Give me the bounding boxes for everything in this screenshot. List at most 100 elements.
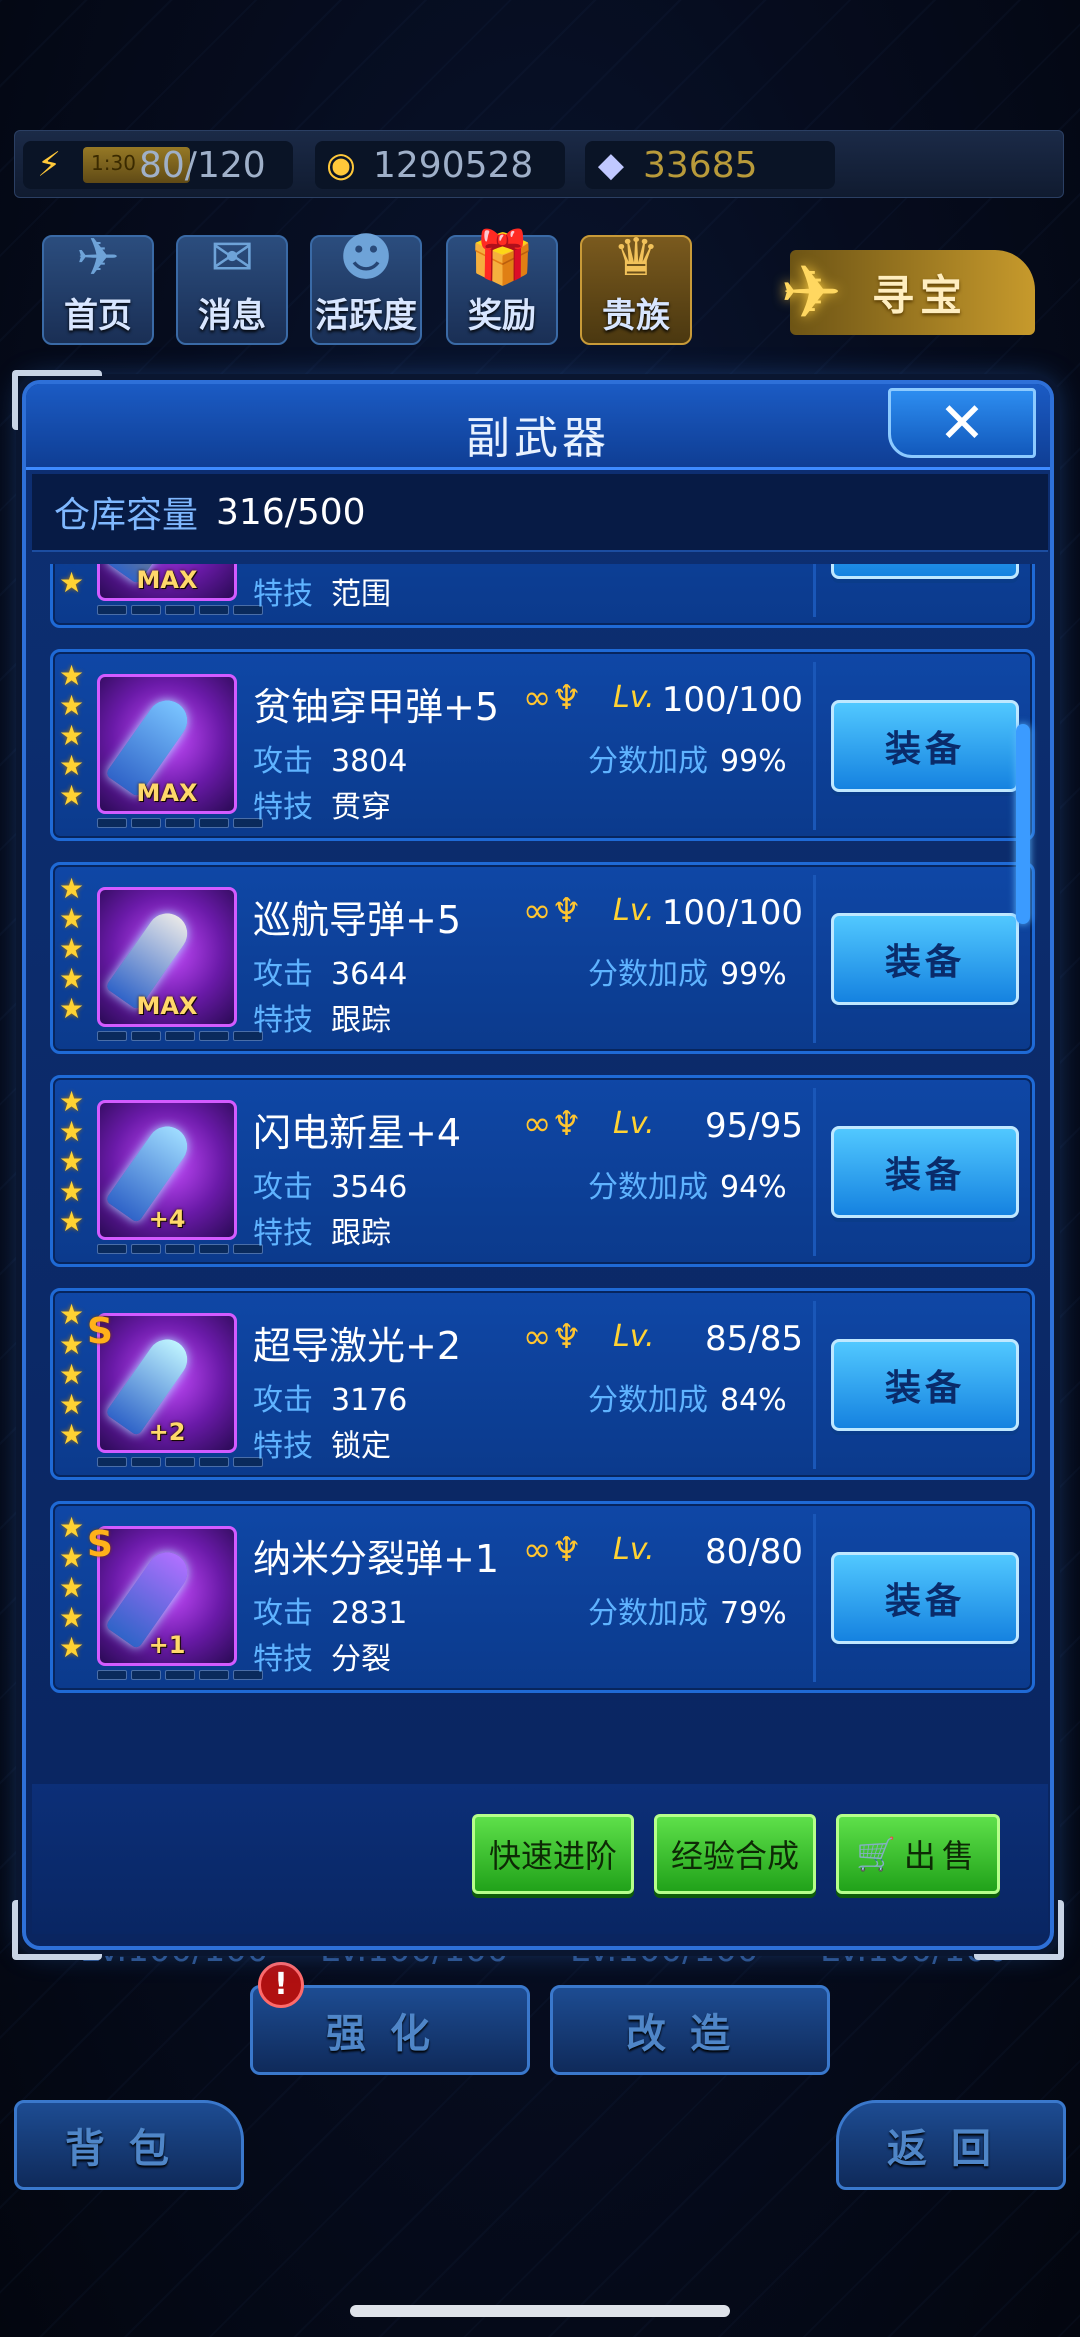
skill-label: 特技 xyxy=(253,1642,313,1677)
star-icon: ★ xyxy=(59,1571,85,1604)
energy-counter[interactable]: ⚡ 1:30 80/120 xyxy=(23,141,293,189)
weapon-tag: +4 xyxy=(148,1205,186,1233)
equip-button[interactable]: 装备 xyxy=(831,1339,1019,1431)
close-icon: ✕ xyxy=(938,390,986,456)
exp-merge-label: 经验合成 xyxy=(670,1837,799,1875)
attack-value: 2831 xyxy=(331,1596,408,1631)
lightning-icon: ⚡ xyxy=(37,145,61,185)
home-indicator[interactable] xyxy=(350,2305,730,2317)
diamond-icon: ◆ xyxy=(597,145,625,185)
treasure-hunt-button[interactable]: ✈ 寻宝 xyxy=(780,250,1035,336)
strengthen-label: 强化 xyxy=(326,2011,454,2057)
nav-button-5[interactable]: ♛ 贵族 xyxy=(580,228,692,345)
lv-label: Lv. xyxy=(613,1106,655,1141)
weapon-card[interactable]: ★ ★ ★ ★ ★ S +1 纳米分裂弹+1 ∞♆ Lv. 80/80 攻击 2831 分数加成 79% 特技… xyxy=(50,1501,1035,1693)
gem-value: 33685 xyxy=(643,144,758,186)
weapon-card[interactable]: ★ ★ ★ ★ ★ MAX 贫铀穿甲弹+5 ∞♆ Lv. 100/100 攻击 3804 分数加成 99%… xyxy=(50,649,1035,841)
weapon-icon: MAX xyxy=(97,887,237,1027)
dialog-header: 副武器 ✕ xyxy=(26,384,1050,470)
equip-button[interactable]: 装备 xyxy=(831,1552,1019,1644)
skill-row: 特技 分裂 xyxy=(253,1634,391,1678)
skill-row: 特技 范围 xyxy=(253,569,391,613)
lv-label: Lv. xyxy=(613,1532,655,1567)
bonus-row: 分数加成 84% xyxy=(588,1375,787,1419)
nav-icon: ♛ xyxy=(612,228,660,288)
exp-merge-button[interactable]: 经验合成 xyxy=(654,1814,816,1894)
attack-label: 攻击 xyxy=(253,957,313,992)
bonus-value: 94% xyxy=(720,1170,787,1205)
card-divider xyxy=(813,1088,816,1256)
card-divider xyxy=(813,1301,816,1469)
weapon-card[interactable]: ★ ★ ★ ★ ★ +4 闪电新星+4 ∞♆ Lv. 95/95 攻击 3546 分数加成 94% 特技 跟踪… xyxy=(50,1075,1035,1267)
bonus-label: 分数加成 xyxy=(588,564,708,566)
cart-icon: 🛒 xyxy=(856,1835,896,1873)
weapon-card[interactable]: ★ ★ ★ ★ ★ S +2 超导激光+2 ∞♆ Lv. 85/85 攻击 3176 分数加成 84% 特技锁… xyxy=(50,1288,1035,1480)
gem-counter[interactable]: ◆ 33685 xyxy=(585,141,835,189)
bonus-value: 99% xyxy=(720,564,787,566)
bag-button[interactable]: 背包 xyxy=(14,2100,244,2190)
nav-icon: ✈ xyxy=(76,228,120,288)
star-icon: ★ xyxy=(59,902,85,935)
skill-value: 跟踪 xyxy=(331,1216,391,1251)
upgrade-slots xyxy=(97,818,263,828)
star-icon: ★ xyxy=(59,749,85,782)
star-rating: ★★★★★ xyxy=(59,1301,89,1449)
attack-value: 3804 xyxy=(331,744,408,779)
gold-counter[interactable]: ◉ 1290528 xyxy=(315,141,565,189)
equip-button[interactable]: 装备 xyxy=(831,564,1019,579)
nav-button-2[interactable]: ✉ 消息 xyxy=(176,232,288,345)
attack-label: 攻击 xyxy=(253,744,313,779)
attack-value: 4124 xyxy=(331,564,407,566)
level-value: 80/80 xyxy=(705,1532,803,1572)
star-icon: ★ xyxy=(59,1175,85,1208)
bonus-row: 分数加成 94% xyxy=(588,1162,787,1206)
scrollbar[interactable] xyxy=(1016,724,1030,924)
star-rating: ★★★★★ xyxy=(59,564,89,597)
weapon-card[interactable]: ★★★★★ MAX 攻击 4124 分数加成 99% 特技范围 装备 xyxy=(50,564,1035,628)
nav-label: 奖励 xyxy=(468,296,536,336)
star-icon: ★ xyxy=(59,1511,85,1544)
attack-row: 攻击 3804 xyxy=(253,736,407,780)
bonus-row: 分数加成 79% xyxy=(588,1588,787,1632)
lv-label: Lv. xyxy=(613,680,655,715)
equip-button[interactable]: 装备 xyxy=(831,913,1019,1005)
bonus-value: 99% xyxy=(720,744,787,779)
nav-label: 消息 xyxy=(198,296,266,336)
weapon-level: Lv. 100/100 xyxy=(613,680,803,720)
nav-button-4[interactable]: 🎁 奖励 xyxy=(446,232,558,345)
lv-label: Lv. xyxy=(613,893,655,928)
skill-label: 特技 xyxy=(253,1003,313,1038)
bonus-value: 99% xyxy=(720,957,787,992)
weapon-list[interactable]: ★★★★★MAX攻击4124分数加成99%特技范围装备★★★★★MAX贫铀穿甲弹… xyxy=(36,564,1046,1759)
bonus-row: 分数加成 99% xyxy=(588,564,787,567)
attack-value: 3546 xyxy=(331,1170,408,1205)
star-icon: ★ xyxy=(59,689,85,722)
equip-button[interactable]: 装备 xyxy=(831,700,1019,792)
fast-advance-button[interactable]: 快速进阶 xyxy=(472,1814,634,1894)
bonus-label: 分数加成 xyxy=(588,1170,708,1205)
equip-button[interactable]: 装备 xyxy=(831,1126,1019,1218)
level-value: 100/100 xyxy=(661,680,803,720)
nav-button-3[interactable]: ☻ 活跃度 xyxy=(310,232,422,345)
equip-label: 装备 xyxy=(884,1581,965,1622)
back-label: 返回 xyxy=(887,2126,1015,2172)
equip-label: 装备 xyxy=(884,942,965,983)
weapon-tag: +1 xyxy=(148,1631,186,1659)
card-divider xyxy=(813,875,816,1043)
link-badge-icon: ∞♆ xyxy=(523,1317,582,1357)
attack-row: 攻击 2831 xyxy=(253,1588,407,1632)
storage-value: 316/500 xyxy=(216,491,366,533)
modify-button[interactable]: 改造 xyxy=(550,1985,830,2075)
sell-button[interactable]: 🛒 出售 xyxy=(836,1814,1000,1894)
lv-label: Lv. xyxy=(613,1319,655,1354)
nav-button-1[interactable]: ✈ 首页 xyxy=(42,228,154,345)
weapon-name: 超导激光+2 xyxy=(253,1324,462,1368)
close-button[interactable]: ✕ xyxy=(888,388,1036,458)
weapon-card[interactable]: ★ ★ ★ ★ ★ MAX 巡航导弹+5 ∞♆ Lv. 100/100 攻击 3644 分数加成 99% 特… xyxy=(50,862,1035,1054)
bonus-label: 分数加成 xyxy=(588,1596,708,1631)
weapon-name: 纳米分裂弹+1 xyxy=(253,1537,500,1581)
attack-row: 攻击 4124 xyxy=(253,564,407,567)
bonus-label: 分数加成 xyxy=(588,744,708,779)
back-button[interactable]: 返回 xyxy=(836,2100,1066,2190)
star-icon: ★ xyxy=(59,962,85,995)
